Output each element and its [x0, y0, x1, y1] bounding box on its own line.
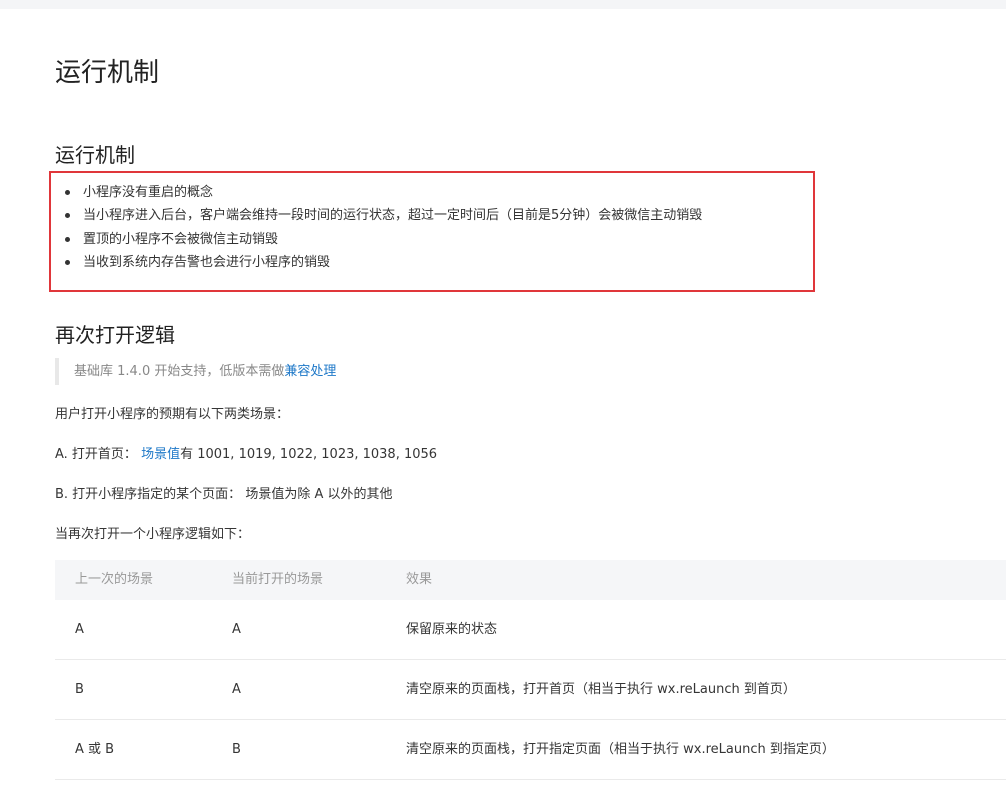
table-header: 上一次的场景 当前打开的场景 效果 — [55, 560, 1006, 600]
list-item: 当小程序进入后台，客户端会维持一段时间的运行状态，超过一定时间后（目前是5分钟）… — [65, 204, 702, 227]
top-bar — [0, 0, 1006, 9]
version-notice: 基础库 1.4.0 开始支持，低版本需做兼容处理 — [55, 358, 336, 385]
scene-a-prefix: A. 打开首页： — [55, 447, 137, 462]
section-heading-mechanism: 运行机制 — [55, 143, 135, 167]
list-item: 小程序没有重启的概念 — [65, 181, 702, 204]
compat-link[interactable]: 兼容处理 — [284, 364, 336, 379]
scene-a-paragraph: A. 打开首页： 场景值有 1001, 1019, 1022, 1023, 10… — [55, 443, 437, 462]
cell-previous-scene: B — [75, 682, 84, 697]
reopen-logic-table: 上一次的场景 当前打开的场景 效果 A A 保留原来的状态 B A 清空原来的页… — [55, 560, 1006, 780]
cell-current-scene: A — [232, 622, 241, 637]
mechanism-list: 小程序没有重启的概念 当小程序进入后台，客户端会维持一段时间的运行状态，超过一定… — [65, 181, 702, 274]
cell-previous-scene: A 或 B — [75, 742, 115, 757]
cell-effect: 清空原来的页面栈，打开指定页面（相当于执行 wx.reLaunch 到指定页） — [406, 742, 835, 757]
cell-effect: 清空原来的页面栈，打开首页（相当于执行 wx.reLaunch 到首页） — [406, 682, 796, 697]
cell-previous-scene: A — [75, 622, 84, 637]
intro-paragraph: 用户打开小程序的预期有以下两类场景： — [55, 407, 290, 422]
list-item: 置顶的小程序不会被微信主动销毁 — [65, 228, 702, 251]
list-item: 当收到系统内存告警也会进行小程序的销毁 — [65, 251, 702, 274]
table-row: A 或 B B 清空原来的页面栈，打开指定页面（相当于执行 wx.reLaunc… — [55, 720, 1006, 780]
header-current-scene: 当前打开的场景 — [232, 572, 324, 587]
header-previous-scene: 上一次的场景 — [75, 572, 154, 587]
scene-a-suffix: 有 1001, 1019, 1022, 1023, 1038, 1056 — [180, 447, 438, 462]
logic-intro-paragraph: 当再次打开一个小程序逻辑如下： — [55, 527, 251, 542]
cell-current-scene: B — [232, 742, 241, 757]
notice-text: 基础库 1.4.0 开始支持，低版本需做 — [74, 364, 285, 379]
header-effect: 效果 — [406, 572, 433, 587]
scene-value-link[interactable]: 场景值 — [141, 447, 180, 462]
table-row: B A 清空原来的页面栈，打开首页（相当于执行 wx.reLaunch 到首页） — [55, 660, 1006, 720]
table-row: A A 保留原来的状态 — [55, 600, 1006, 660]
scene-b-paragraph: B. 打开小程序指定的某个页面： 场景值为除 A 以外的其他 — [55, 487, 393, 502]
cell-effect: 保留原来的状态 — [406, 622, 498, 637]
section-heading-reopen: 再次打开逻辑 — [55, 323, 175, 347]
page-title: 运行机制 — [55, 58, 160, 88]
cell-current-scene: A — [232, 682, 241, 697]
